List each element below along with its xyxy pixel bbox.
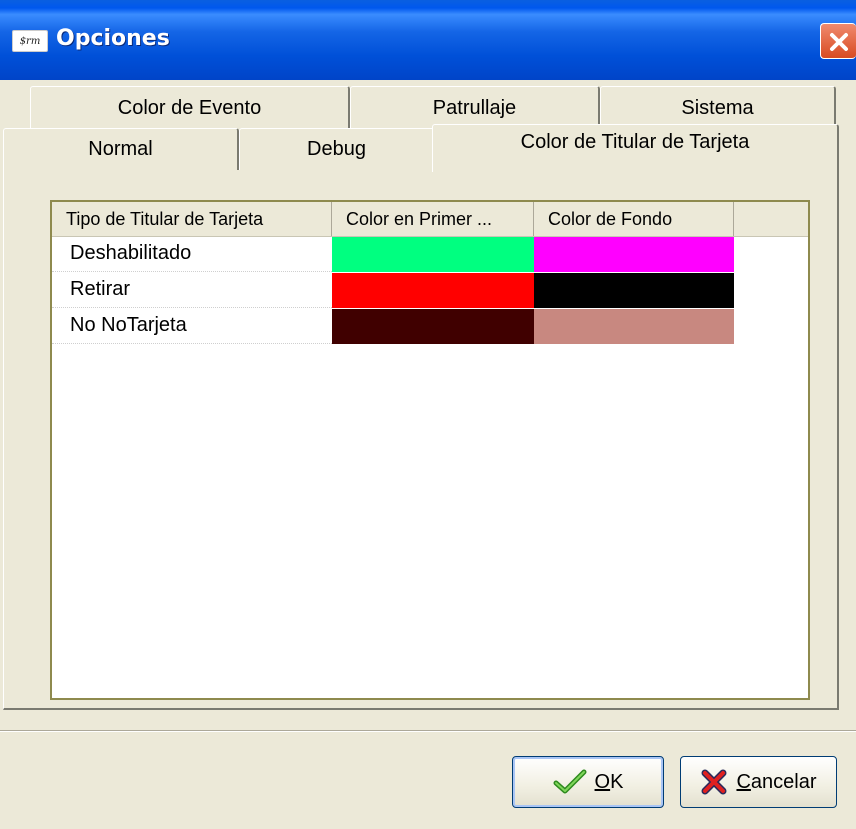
background-color-swatch[interactable]: [534, 237, 734, 272]
ok-button[interactable]: OK: [512, 756, 664, 808]
foreground-color-swatch[interactable]: [332, 273, 534, 308]
checkmark-icon: [553, 769, 587, 794]
row-name: Retirar: [52, 272, 332, 308]
tab-color-de-titular-de-tarjeta[interactable]: Color de Titular de Tarjeta: [432, 124, 839, 172]
window-title: Opciones: [56, 26, 170, 51]
foreground-color-swatch[interactable]: [332, 237, 534, 272]
footer-separator: [0, 730, 856, 732]
list-row[interactable]: No NoTarjeta: [52, 308, 808, 344]
background-color-swatch[interactable]: [534, 309, 734, 344]
list-header: Tipo de Titular de Tarjeta Color en Prim…: [52, 202, 808, 237]
close-button[interactable]: [820, 23, 856, 59]
list-row[interactable]: Retirar: [52, 272, 808, 308]
app-icon: $rm: [12, 30, 48, 52]
cancel-button[interactable]: Cancelar: [680, 756, 837, 808]
close-icon: [830, 33, 848, 51]
foreground-color-swatch[interactable]: [332, 309, 534, 344]
list-row[interactable]: Deshabilitado: [52, 236, 808, 272]
tab-debug[interactable]: Debug: [239, 128, 435, 170]
column-header-tipo[interactable]: Tipo de Titular de Tarjeta: [52, 202, 332, 236]
column-header-color-fondo[interactable]: Color de Fondo: [534, 202, 734, 236]
row-name: No NoTarjeta: [52, 308, 332, 344]
row-name: Deshabilitado: [52, 236, 332, 272]
column-header-color-primer[interactable]: Color en Primer ...: [332, 202, 534, 236]
cardholder-color-list[interactable]: Tipo de Titular de Tarjeta Color en Prim…: [50, 200, 810, 700]
tab-normal[interactable]: Normal: [3, 128, 239, 170]
tab-color-de-evento[interactable]: Color de Evento: [30, 86, 350, 130]
background-color-swatch[interactable]: [534, 273, 734, 308]
title-bar[interactable]: $rm Opciones: [0, 0, 856, 80]
x-icon: [701, 769, 727, 795]
